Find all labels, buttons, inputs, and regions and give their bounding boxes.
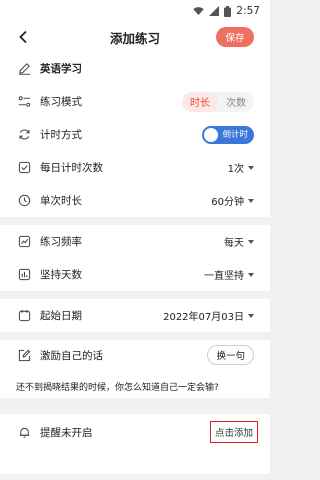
section-divider [0,332,270,340]
start-date-value: 2022年07月03日 [163,312,244,323]
battery-icon [224,5,232,17]
mode-label: 练习模式 [40,96,82,108]
settings-card-date: 起始日期 2022年07月03日 [0,299,270,332]
section-divider [0,217,270,225]
reminder-label: 提醒未开启 [40,426,93,439]
header: 添加练习 保存 [0,22,270,52]
timing-row: 计时方式 倒计时 [0,118,270,151]
section-divider [0,406,270,414]
status-bar: 2:57 [0,0,270,22]
caret-down-icon [248,166,254,170]
calendar-icon [16,308,32,324]
settings-card-motivation: 激励自己的话 换一句 还不到揭晓结果的时候，你怎么知道自己一定会输? [0,340,270,398]
practice-name-row[interactable]: 英语学习 [0,52,270,85]
countdown-toggle[interactable]: 倒计时 [202,125,254,144]
caret-down-icon [248,199,254,203]
status-time: 2:57 [236,5,260,17]
frequency-label: 练习频率 [40,236,82,248]
reminder-row: 提醒未开启 点击添加 [0,414,270,450]
wifi-icon [193,6,205,16]
practice-name: 英语学习 [40,63,82,75]
change-quote-button[interactable]: 换一句 [207,345,254,365]
settings-card-main: 英语学习 练习模式 时长 次数 计时方式 倒计时 每日计时次数 1次 单次时长 … [0,52,270,217]
bar-chart-icon [16,267,32,283]
trend-chart-icon [16,234,32,250]
save-button[interactable]: 保存 [216,27,254,47]
mode-option-count[interactable]: 次数 [218,92,254,112]
edit-note-icon [16,347,32,363]
checkbox-icon [16,160,32,176]
duration-row[interactable]: 单次时长 60分钟 [0,184,270,217]
daily-count-value: 1次 [227,164,244,175]
persist-value: 一直坚持 [204,271,244,282]
mode-segmented-control: 时长 次数 [182,91,254,112]
motivation-label: 激励自己的话 [40,349,103,362]
refresh-icon [16,127,32,143]
start-date-label: 起始日期 [40,310,82,322]
timing-label: 计时方式 [40,129,82,141]
motivation-row: 激励自己的话 换一句 [0,340,270,370]
duration-label: 单次时长 [40,195,82,207]
back-button[interactable] [14,28,32,46]
toggle-text: 倒计时 [222,129,248,140]
frequency-value: 每天 [224,238,244,249]
mode-icon [16,94,32,110]
motivation-quote[interactable]: 还不到揭晓结果的时候，你怎么知道自己一定会输? [16,374,254,398]
bell-icon [16,424,32,440]
section-divider [0,291,270,299]
duration-value: 60分钟 [211,197,244,208]
pencil-icon [16,61,32,77]
toggle-knob [204,127,218,142]
persist-label: 坚持天数 [40,269,82,281]
caret-down-icon [248,314,254,318]
chevron-left-icon [19,30,27,44]
persist-row[interactable]: 坚持天数 一直坚持 [0,258,270,291]
signal-icon [209,6,220,16]
start-date-row[interactable]: 起始日期 2022年07月03日 [0,299,270,332]
add-reminder-button[interactable]: 点击添加 [209,421,258,443]
mode-option-duration[interactable]: 时长 [182,91,218,112]
caret-down-icon [248,273,254,277]
daily-count-label: 每日计时次数 [40,162,103,174]
daily-count-row[interactable]: 每日计时次数 1次 [0,151,270,184]
clock-icon [16,193,32,209]
frequency-row[interactable]: 练习频率 每天 [0,225,270,258]
mode-row: 练习模式 时长 次数 [0,85,270,118]
settings-card-reminder: 提醒未开启 点击添加 [0,414,270,474]
caret-down-icon [248,240,254,244]
settings-card-frequency: 练习频率 每天 坚持天数 一直坚持 [0,225,270,291]
